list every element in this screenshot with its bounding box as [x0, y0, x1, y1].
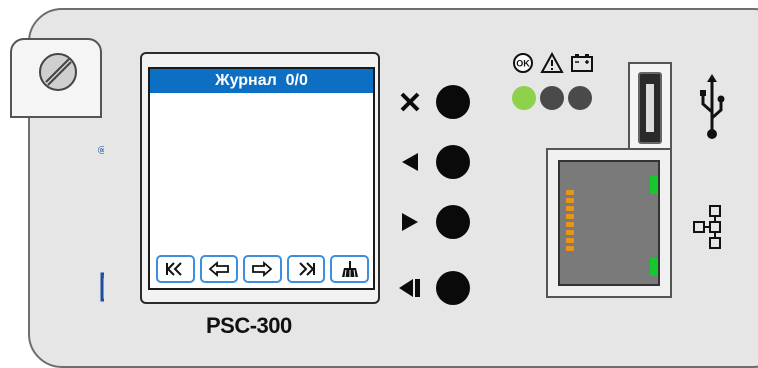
- led-battery: [568, 86, 592, 110]
- ethernet-port[interactable]: [558, 160, 660, 286]
- ethernet-port-frame: [546, 148, 672, 298]
- fast-forward-button[interactable]: [286, 255, 326, 283]
- close-icon: [390, 86, 430, 118]
- status-indicators: OK: [512, 52, 608, 112]
- svg-text:®: ®: [97, 146, 104, 154]
- battery-icon: [571, 54, 593, 72]
- back-enter-icon: [390, 272, 430, 304]
- key-right[interactable]: [390, 202, 480, 242]
- prev-icon: [208, 261, 229, 277]
- screen-title: Журнал 0/0: [150, 69, 373, 93]
- right-arrow-icon: [390, 206, 430, 238]
- broom-icon: [341, 261, 358, 278]
- left-key-button[interactable]: [436, 145, 470, 179]
- warning-icon: [540, 52, 564, 73]
- key-enter[interactable]: [390, 268, 480, 308]
- model-label: PSC-300: [206, 313, 292, 338]
- next-icon: [252, 261, 273, 277]
- led-warning: [540, 86, 564, 110]
- usb-port-frame: [628, 62, 672, 154]
- next-button[interactable]: [243, 255, 282, 283]
- eth-activity-led: [650, 258, 658, 276]
- mounting-bracket: [10, 38, 102, 118]
- rewind-button[interactable]: [156, 255, 195, 283]
- enter-key-button[interactable]: [436, 271, 470, 305]
- key-left[interactable]: [390, 142, 480, 182]
- svg-text:ШТИЛЬ: ШТИЛЬ: [98, 166, 104, 264]
- right-key-button[interactable]: [436, 205, 470, 239]
- clear-log-button[interactable]: [330, 255, 369, 283]
- ok-icon: OK: [513, 53, 533, 73]
- svg-text:OK: OK: [516, 59, 530, 69]
- eth-pins: [566, 190, 574, 254]
- usb-icon: [700, 74, 725, 139]
- close-key-button[interactable]: [436, 85, 470, 119]
- brand-logo: ШТИЛЬ ®: [70, 122, 104, 312]
- led-ok: [512, 86, 536, 110]
- key-close[interactable]: [390, 82, 480, 122]
- usb-port[interactable]: [638, 72, 662, 144]
- fast-forward-icon: [299, 262, 316, 276]
- network-icon: [693, 205, 721, 249]
- eth-link-led: [650, 176, 658, 194]
- screen-toolbar: [156, 255, 369, 285]
- screw-icon: [39, 53, 77, 91]
- prev-button[interactable]: [199, 255, 239, 283]
- left-arrow-icon: [390, 146, 430, 178]
- rewind-icon: [166, 262, 183, 276]
- lcd-screen: Журнал 0/0: [148, 67, 375, 290]
